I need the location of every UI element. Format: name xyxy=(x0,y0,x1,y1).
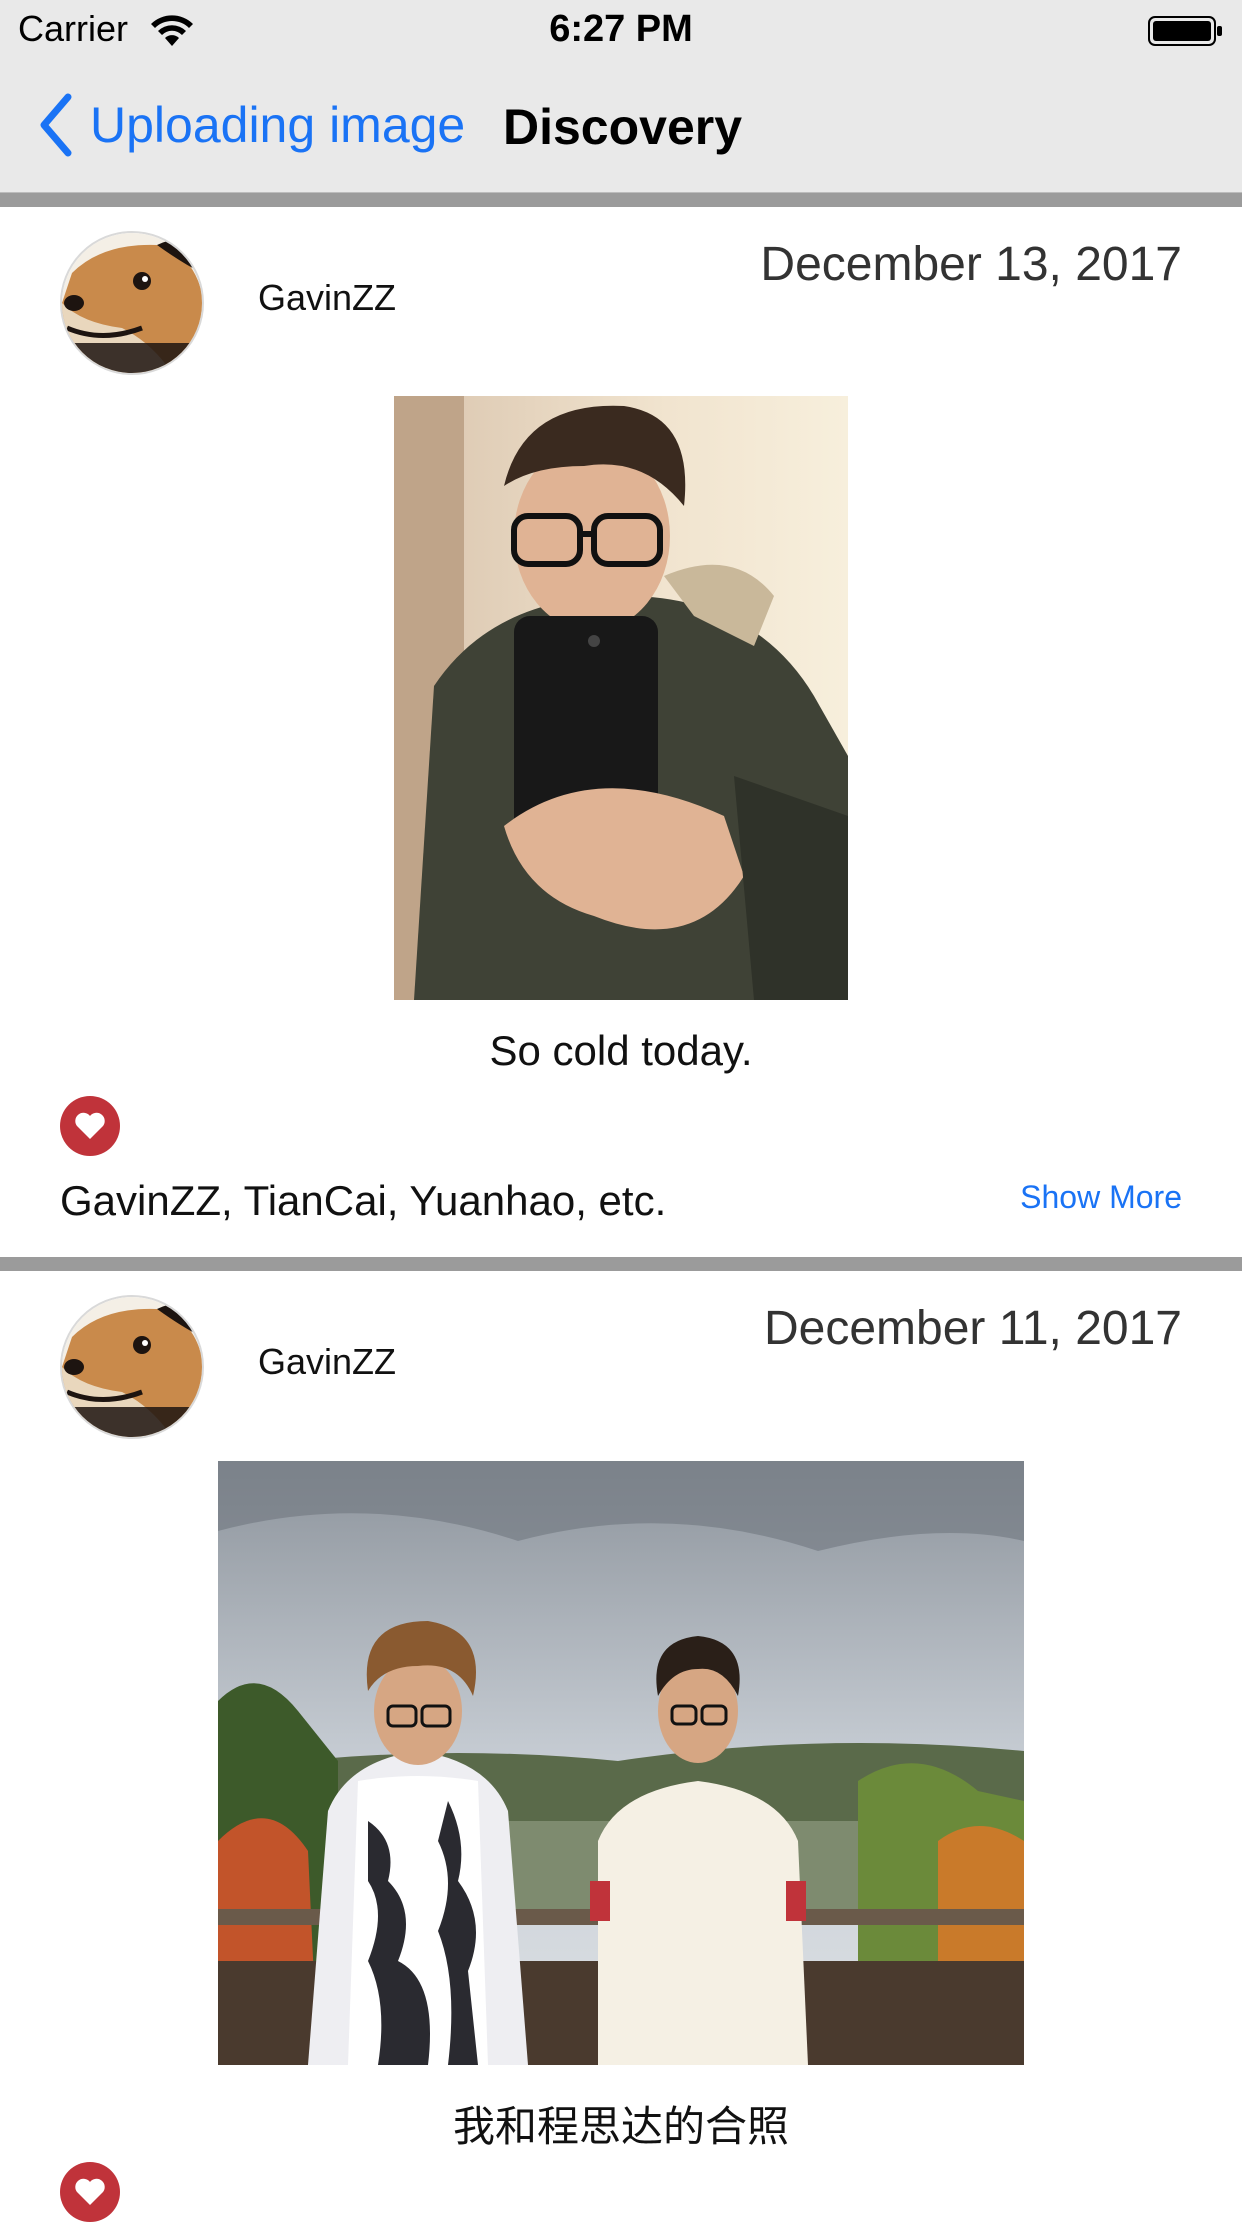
feed-post: GavinZZ December 11, 2017 我和程思达的合照 xyxy=(0,1271,1242,2222)
post-date: December 11, 2017 xyxy=(763,1302,1182,1355)
dog-avatar-image xyxy=(62,1297,202,1437)
feed-separator xyxy=(0,1257,1242,1271)
heart-icon xyxy=(75,2178,105,2205)
post-username[interactable]: GavinZZ xyxy=(258,277,396,319)
battery-full-icon xyxy=(1148,16,1222,46)
selfie-photo-image xyxy=(394,396,848,1000)
navigation-bar: Uploading image Discovery xyxy=(0,62,1242,193)
heart-icon xyxy=(75,1112,105,1139)
chevron-left-icon xyxy=(40,93,72,157)
post-photo[interactable] xyxy=(394,396,848,1000)
clock: 6:27 PM xyxy=(549,8,693,50)
back-label: Uploading image xyxy=(90,97,466,153)
post-caption: 我和程思达的合照 xyxy=(452,2103,789,2150)
page-title: Discovery xyxy=(503,99,743,155)
outdoor-photo-image xyxy=(218,1461,1024,2065)
feed-post: GavinZZ December 13, 2017 So cold today.… xyxy=(0,207,1242,1257)
avatar[interactable] xyxy=(60,1295,204,1439)
like-button[interactable] xyxy=(60,1096,120,1156)
likers-list: GavinZZ, TianCai, Yuanhao, etc. xyxy=(60,1177,667,1224)
post-date: December 13, 2017 xyxy=(760,238,1182,291)
feed-separator xyxy=(0,193,1242,207)
status-bar: Carrier 6:27 PM xyxy=(0,0,1242,62)
post-username[interactable]: GavinZZ xyxy=(258,1341,396,1383)
dog-avatar-image xyxy=(62,233,202,373)
like-button[interactable] xyxy=(60,2162,120,2222)
post-caption: So cold today. xyxy=(489,1027,753,1074)
back-button[interactable]: Uploading image xyxy=(36,92,465,158)
show-more-link[interactable]: Show More xyxy=(1020,1179,1182,1216)
post-photo[interactable] xyxy=(218,1461,1024,2065)
avatar[interactable] xyxy=(60,231,204,375)
